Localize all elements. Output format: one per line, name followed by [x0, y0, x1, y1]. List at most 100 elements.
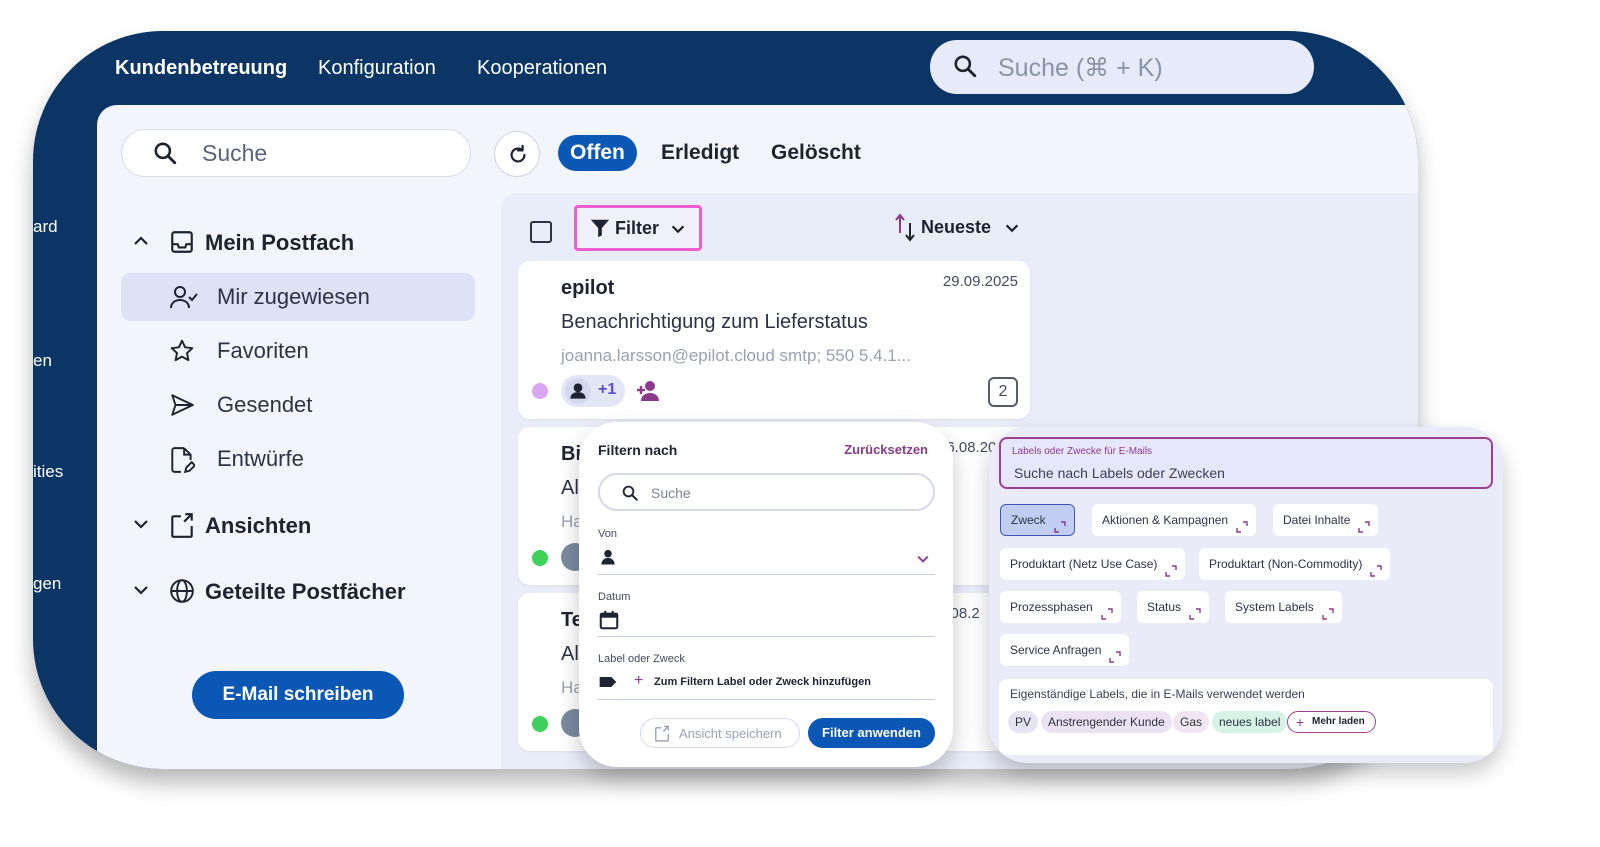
chip-prozessphasen[interactable]: Prozessphasen [1000, 591, 1121, 623]
chip-zweck[interactable]: Zweck [1000, 504, 1075, 536]
date-picker[interactable] [598, 605, 935, 637]
labels-search-input[interactable]: Labels oder Zwecke für E-Mails Suche nac… [999, 437, 1493, 489]
save-view-icon [653, 725, 671, 746]
mail-preview: joanna.larsson@epilot.cloud smtp; 550 5.… [561, 346, 911, 365]
section-my-inbox-label: Mein Postfach [205, 230, 355, 255]
label-tag[interactable]: Anstrengender Kunde [1041, 711, 1172, 733]
sidebar-search-input[interactable]: Suche [121, 129, 471, 177]
sort-dropdown[interactable]: Neueste [891, 213, 1031, 243]
section-shared-inboxes-label: Geteilte Postfächer [205, 579, 406, 604]
select-all-checkbox[interactable] [530, 221, 552, 243]
labels-popup: Labels oder Zwecke für E-Mails Suche nac… [989, 427, 1503, 763]
section-my-inbox[interactable]: Mein Postfach [121, 219, 475, 267]
rail-item-4[interactable]: gen [33, 574, 61, 594]
own-labels-section: Eigenständige Labels, die in E-Mails ver… [999, 679, 1493, 755]
chip-status[interactable]: Status [1137, 591, 1210, 623]
chevron-down-icon [915, 551, 931, 572]
plus-icon: + [634, 672, 644, 689]
sidebar-item-label: Favoriten [217, 338, 309, 363]
load-more-label: Mehr laden [1312, 716, 1365, 727]
chip-datei-inhalte[interactable]: Datei Inhalte [1273, 504, 1379, 536]
reset-filters-link[interactable]: Zurücksetzen [844, 442, 928, 457]
mail-sender: epilot [561, 277, 615, 299]
section-views-label: Ansichten [205, 513, 312, 538]
topnav-kooperationen[interactable]: Kooperationen [477, 57, 607, 80]
views-icon [169, 512, 195, 545]
label-tag[interactable]: Gas [1173, 711, 1210, 733]
section-shared-inboxes[interactable]: Geteilte Postfächer [121, 568, 475, 616]
rail-item-3[interactable]: ities [33, 462, 63, 482]
apply-filter-button[interactable]: Filter anwenden [808, 718, 935, 748]
mail-subject: Benachrichtigung zum Lieferstatus [561, 311, 868, 333]
filter-search-input[interactable]: Suche [598, 473, 935, 511]
chip-system-labels[interactable]: System Labels [1225, 591, 1342, 623]
filter-popup-title: Filtern nach [598, 442, 678, 458]
tag-icon [598, 672, 618, 697]
user-check-icon [169, 284, 199, 315]
load-more-button[interactable]: + Mehr laden [1287, 711, 1376, 733]
calendar-icon [598, 609, 620, 636]
expand-icon [1109, 643, 1122, 675]
assignees-more: +1 [598, 381, 617, 398]
chevron-up-icon [131, 231, 151, 256]
expand-icon [1236, 513, 1248, 545]
status-dot [532, 716, 548, 732]
chevron-down-icon [131, 580, 151, 605]
save-view-button[interactable]: Ansicht speichern [640, 718, 800, 748]
tab-deleted[interactable]: Gelöscht [759, 135, 873, 171]
sidebar-item-label: Gesendet [217, 392, 313, 417]
label-tag[interactable]: PV [1008, 711, 1039, 733]
own-labels-caption: Eigenständige Labels, die in E-Mails ver… [1010, 687, 1305, 701]
chip-label: Prozessphasen [1010, 600, 1093, 614]
sidebar-item-label: Mir zugewiesen [217, 284, 370, 309]
chip-produktart-netz[interactable]: Produktart (Netz Use Case) [1000, 548, 1186, 580]
expand-icon [1322, 600, 1334, 632]
label-purpose-field[interactable]: + Zum Filtern Label oder Zweck hinzufüge… [598, 668, 935, 700]
label-tag[interactable]: neues label [1212, 711, 1288, 733]
expand-icon [1053, 514, 1066, 544]
sidebar-item-sent[interactable]: Gesendet [121, 381, 475, 429]
notification-dot [38, 83, 52, 97]
sidebar-item-drafts[interactable]: Entwürfe [121, 435, 475, 483]
user-icon [598, 547, 618, 572]
chip-produktart-non-commodity[interactable]: Produktart (Non-Commodity) [1199, 548, 1391, 580]
global-search-placeholder: Suche (⌘ + K) [998, 54, 1163, 82]
chip-label: Zweck [1011, 513, 1046, 527]
topnav-kundenbetreuung[interactable]: Kundenbetreuung [115, 57, 287, 80]
tab-done[interactable]: Erledigt [649, 135, 751, 171]
refresh-icon [510, 144, 526, 163]
sort-arrows-icon [893, 213, 917, 248]
rail-item-1[interactable]: ard [33, 217, 58, 237]
assignees-badge[interactable]: +1 [561, 375, 625, 407]
rail-item-2[interactable]: en [33, 351, 52, 371]
compose-email-button[interactable]: E-Mail schreiben [192, 671, 404, 719]
sidebar-item-label: Entwürfe [217, 446, 304, 471]
chip-label: Produktart (Netz Use Case) [1010, 557, 1158, 571]
mail-subject: Al [561, 477, 579, 499]
search-icon [621, 484, 639, 505]
chip-aktionen[interactable]: Aktionen & Kampagnen [1092, 504, 1257, 536]
topnav-konfiguration[interactable]: Konfiguration [318, 57, 436, 80]
section-views[interactable]: Ansichten [121, 502, 475, 550]
from-select[interactable] [598, 543, 935, 575]
from-label: Von [598, 528, 617, 540]
refresh-button[interactable] [494, 131, 540, 177]
star-icon [169, 338, 195, 369]
globe-icon [169, 578, 195, 609]
tab-open[interactable]: Offen [558, 135, 637, 171]
user-icon [565, 378, 591, 409]
expand-icon [1358, 513, 1371, 545]
sidebar-item-assigned[interactable]: Mir zugewiesen [121, 273, 475, 321]
add-assignee-icon[interactable] [636, 380, 662, 407]
sidebar-item-favorites[interactable]: Favoriten [121, 327, 475, 375]
chip-service-anfragen[interactable]: Service Anfragen [1000, 634, 1130, 666]
filter-button[interactable]: Filter [574, 205, 702, 251]
chip-label: Service Anfragen [1010, 643, 1102, 657]
thread-count: 2 [988, 377, 1018, 407]
add-label-text: Zum Filtern Label oder Zweck hinzufügen [654, 676, 871, 688]
global-search[interactable]: Suche (⌘ + K) [930, 40, 1314, 94]
search-icon [952, 53, 978, 86]
sort-label: Neueste [921, 217, 992, 237]
mail-card[interactable]: epilot 29.09.2025 Benachrichtigung zum L… [518, 261, 1030, 419]
mail-subject: Al [561, 643, 579, 665]
